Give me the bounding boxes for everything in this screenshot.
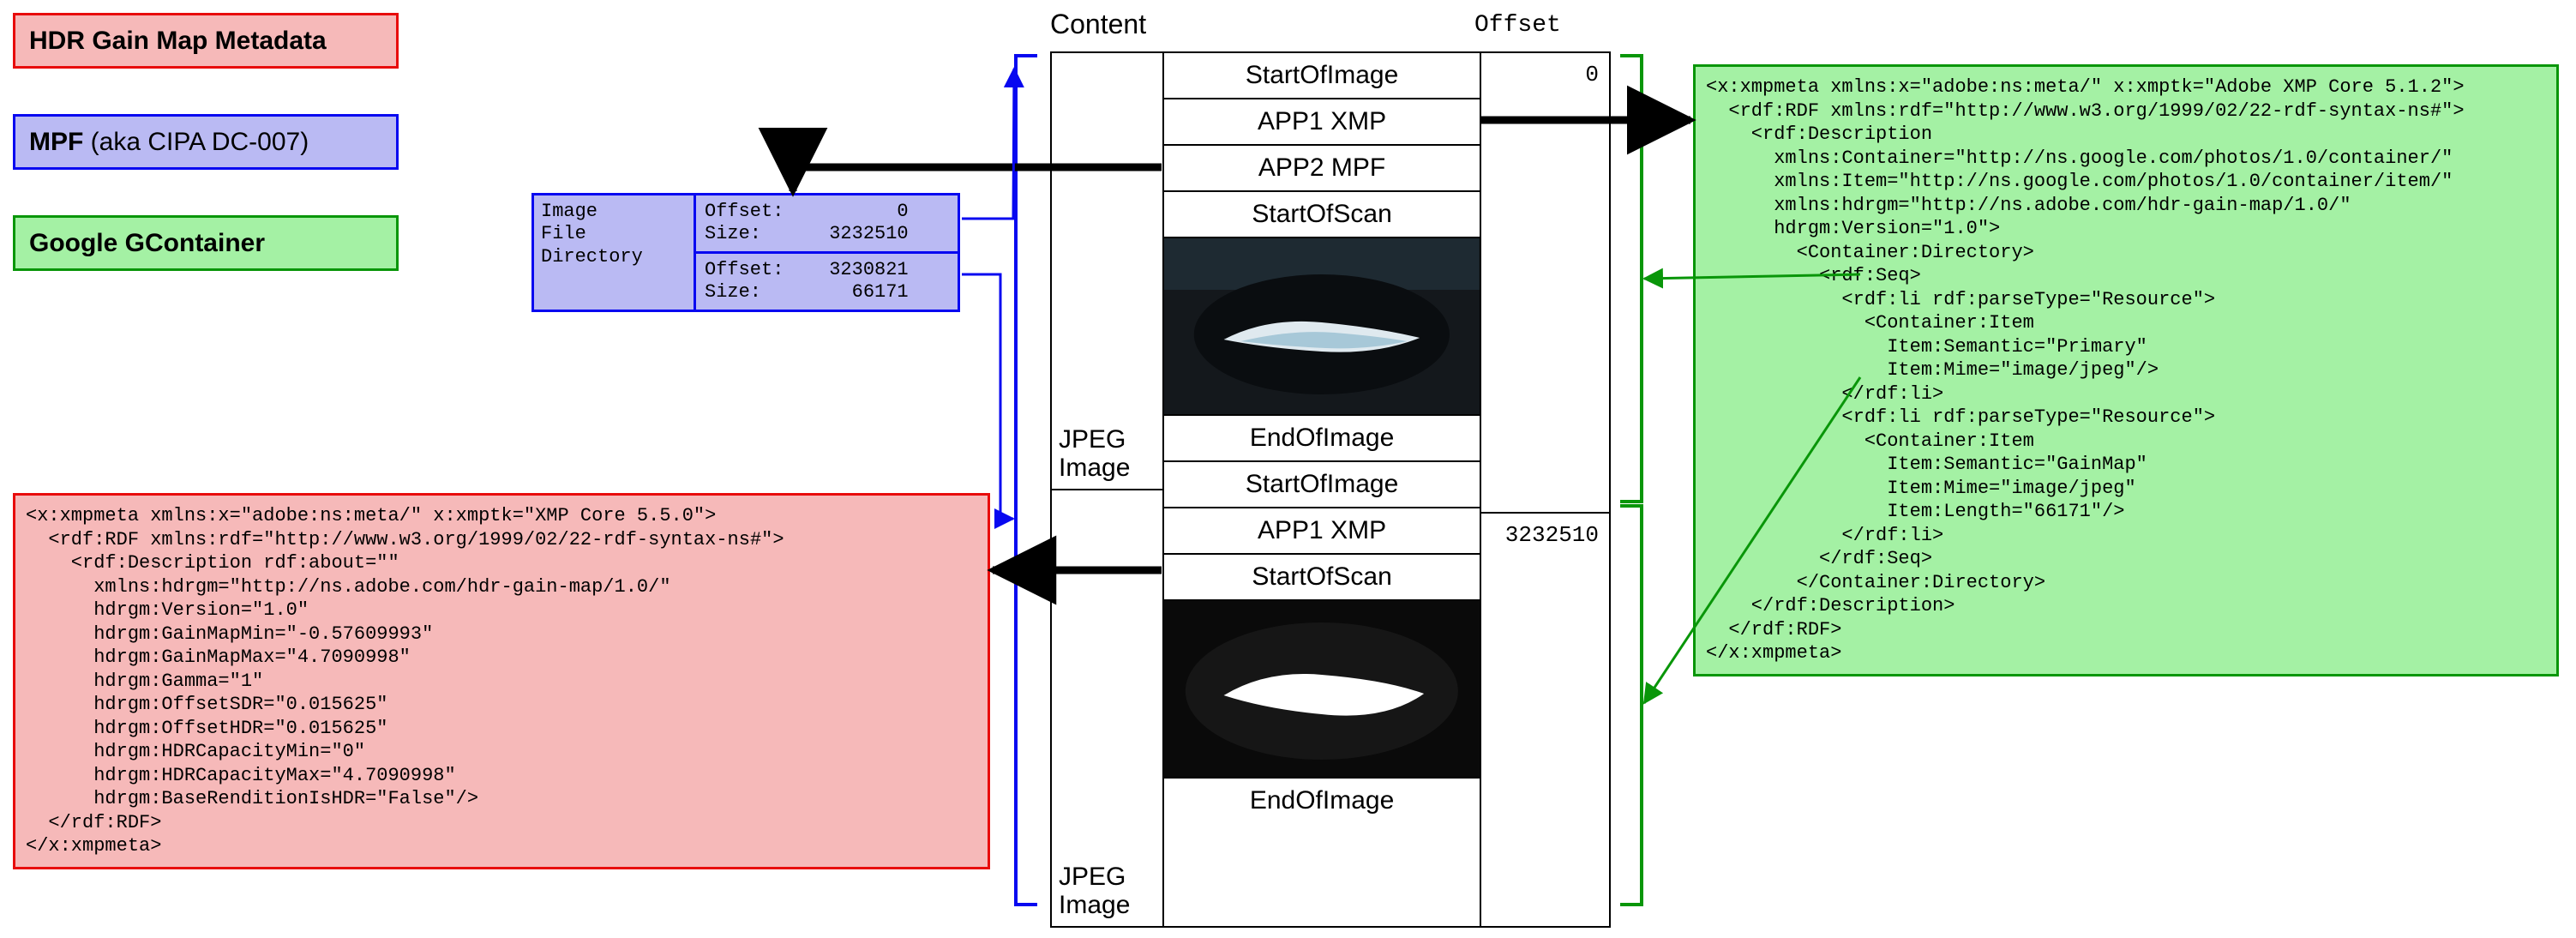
legend-gcontainer-label: Google GContainer bbox=[29, 229, 265, 258]
legend-mpf-bold: MPF bbox=[29, 128, 83, 156]
mpf-entry-0: Offset: 0 Size: 3232510 bbox=[696, 195, 958, 251]
offset-primary: 0 bbox=[1481, 53, 1609, 514]
row-app2-mpf: APP2 MPF bbox=[1164, 146, 1480, 192]
mpf-table-caption: Image File Directory bbox=[534, 195, 696, 310]
file-layout-table: JPEG Image JPEG Image StartOfImage APP1 … bbox=[1050, 51, 1611, 928]
legend-mpf-rest: (aka CIPA DC-007) bbox=[83, 128, 309, 156]
row-start-of-scan-1: StartOfScan bbox=[1164, 555, 1480, 601]
heading-content: Content bbox=[1050, 9, 1146, 40]
row-app1-xmp-0: APP1 XMP bbox=[1164, 99, 1480, 146]
mpf-entry-1: Offset: 3230821 Size: 66171 bbox=[696, 251, 958, 310]
mpf-image-file-directory: Image File Directory Offset: 0 Size: 323… bbox=[531, 193, 960, 312]
gcontainer-xmp: <x:xmpmeta xmlns:x="adobe:ns:meta/" x:xm… bbox=[1693, 64, 2559, 676]
hdr-gain-map-xmp: <x:xmpmeta xmlns:x="adobe:ns:meta/" x:xm… bbox=[13, 493, 990, 869]
row-start-of-image-0: StartOfImage bbox=[1164, 53, 1480, 99]
offset-gainmap: 3232510 bbox=[1481, 514, 1609, 926]
gainmap-image-preview bbox=[1164, 601, 1480, 779]
legend-hdr-gain-map: HDR Gain Map Metadata bbox=[13, 13, 399, 69]
legend-gcontainer: Google GContainer bbox=[13, 215, 399, 271]
row-end-of-image-0: EndOfImage bbox=[1164, 416, 1480, 462]
heading-offset: Offset bbox=[1474, 12, 1561, 39]
legend-hdr-label: HDR Gain Map Metadata bbox=[29, 27, 327, 56]
primary-image-preview bbox=[1164, 238, 1480, 416]
row-start-of-scan-0: StartOfScan bbox=[1164, 192, 1480, 238]
row-app1-xmp-1: APP1 XMP bbox=[1164, 508, 1480, 555]
row-end-of-image-1: EndOfImage bbox=[1164, 779, 1480, 823]
jpeg-label-primary: JPEG Image bbox=[1059, 425, 1162, 482]
jpeg-label-gainmap: JPEG Image bbox=[1059, 863, 1162, 919]
legend-mpf: MPF (aka CIPA DC-007) bbox=[13, 114, 399, 170]
row-start-of-image-1: StartOfImage bbox=[1164, 462, 1480, 508]
